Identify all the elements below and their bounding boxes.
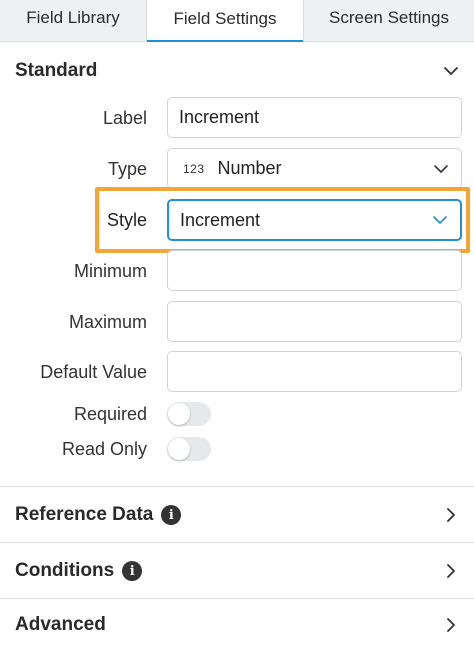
- standard-section-header[interactable]: Standard: [0, 43, 474, 99]
- info-icon[interactable]: i: [122, 561, 143, 581]
- chevron-down-icon: [433, 216, 447, 224]
- type-select[interactable]: 123 Number: [167, 148, 462, 189]
- maximum-input[interactable]: [167, 301, 462, 342]
- number-type-icon: 123: [183, 161, 205, 176]
- chevron-down-icon: [444, 67, 458, 75]
- chevron-right-icon: [447, 508, 455, 522]
- type-caption: Type: [107, 159, 147, 179]
- label-caption: Label: [102, 108, 147, 128]
- chevron-right-icon: [447, 564, 455, 578]
- type-select-value: Number: [217, 158, 282, 178]
- advanced-title: Advanced: [15, 614, 106, 635]
- minimum-input[interactable]: [167, 250, 462, 291]
- standard-section-title: Standard: [15, 60, 98, 81]
- read-only-caption: Read Only: [61, 439, 147, 459]
- required-toggle[interactable]: [167, 402, 211, 426]
- style-select[interactable]: Increment: [167, 199, 462, 241]
- default-value-caption: Default Value: [40, 362, 147, 382]
- label-input-value: Increment: [179, 107, 260, 127]
- tab-field-settings[interactable]: Field Settings: [146, 0, 304, 43]
- style-caption: Style: [106, 210, 147, 230]
- default-value-input[interactable]: [167, 351, 462, 392]
- toggle-knob: [168, 403, 190, 425]
- chevron-down-icon: [434, 164, 448, 173]
- field-settings-panel: Field Library Field Settings Screen Sett…: [0, 0, 474, 651]
- minimum-caption: Minimum: [73, 261, 147, 281]
- tab-screen-settings[interactable]: Screen Settings: [304, 0, 474, 42]
- reference-data-section-header[interactable]: Reference Data i: [0, 487, 474, 543]
- label-input[interactable]: Increment: [167, 97, 462, 138]
- read-only-toggle[interactable]: [167, 437, 211, 461]
- reference-data-title: Reference Data: [15, 504, 154, 525]
- info-icon[interactable]: i: [161, 505, 182, 525]
- chevron-right-icon: [447, 618, 455, 632]
- conditions-section-header[interactable]: Conditions i: [0, 543, 474, 599]
- conditions-title: Conditions: [15, 560, 115, 581]
- tab-bar: Field Library Field Settings Screen Sett…: [0, 0, 474, 43]
- advanced-section-header[interactable]: Advanced: [0, 599, 474, 651]
- toggle-knob: [168, 438, 190, 460]
- required-caption: Required: [73, 404, 147, 424]
- tab-field-library[interactable]: Field Library: [0, 0, 146, 42]
- style-select-value: Increment: [180, 209, 261, 230]
- maximum-caption: Maximum: [68, 312, 147, 332]
